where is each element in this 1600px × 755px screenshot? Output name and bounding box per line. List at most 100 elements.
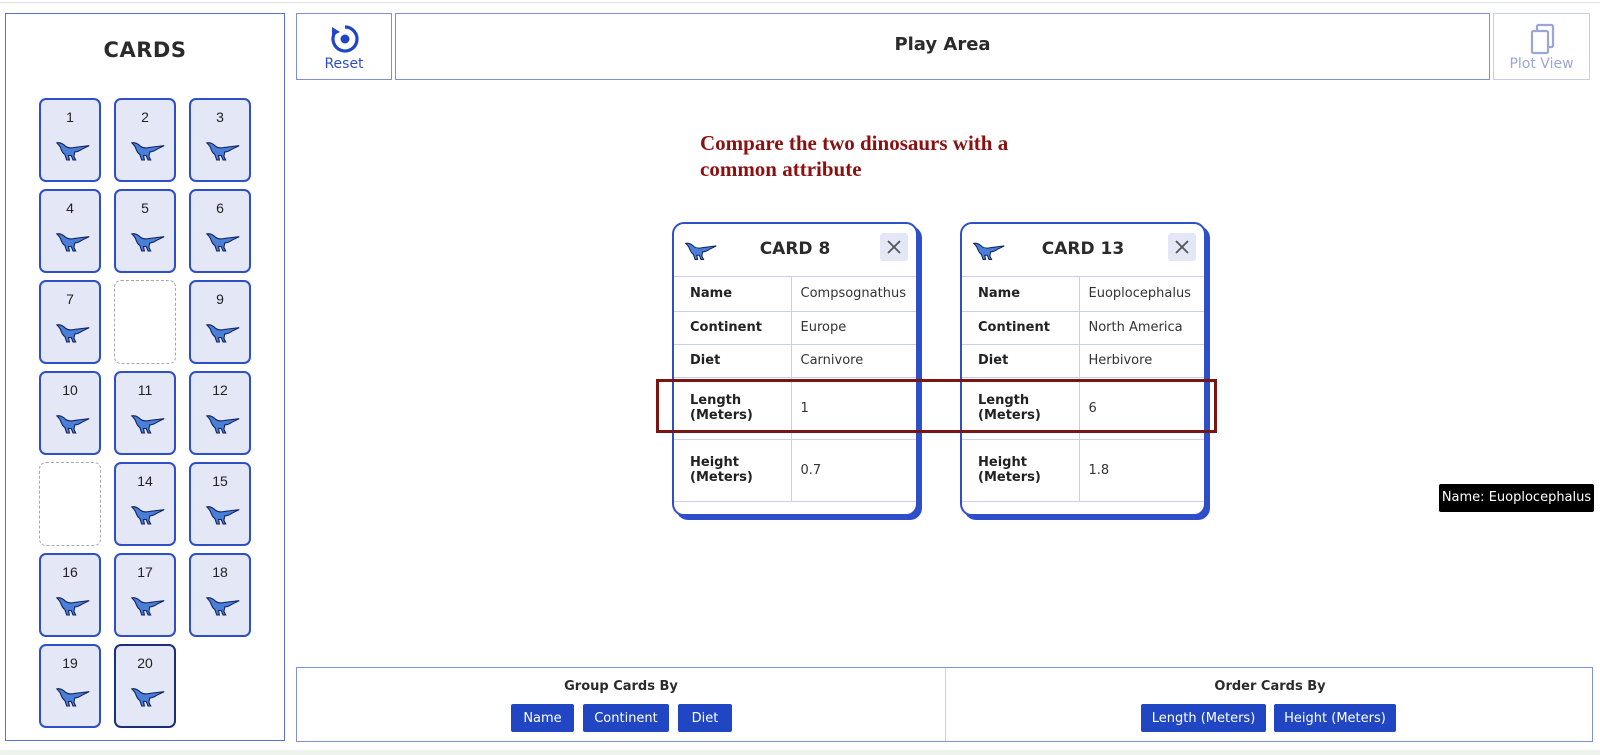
dinosaur-icon [55,415,90,434]
card-number: 19 [62,655,78,671]
card-thumb-selected[interactable]: 20 [114,644,176,728]
group-by-continent-button[interactable]: Continent [583,704,669,732]
card-number: 17 [137,564,153,580]
card-number: 7 [66,291,74,307]
table-row: Height (Meters) 0.7 [674,439,916,502]
table-row: Continent North America [962,311,1204,345]
table-row: Name Euoplocephalus [962,277,1204,312]
card-thumb[interactable]: 16 [39,553,101,637]
attribute-key: Continent [674,311,792,345]
order-by-height-button[interactable]: Height (Meters) [1274,704,1396,732]
card-thumb[interactable]: 12 [189,371,251,455]
play-area-header: Play Area [395,13,1490,80]
cards-sidebar: CARDS 1 2 3 4 5 6 7 9 10 11 12 14 15 16 … [5,13,285,741]
card-number: 3 [216,109,224,125]
card-number: 2 [141,109,149,125]
attribute-value: Compsognathus [791,277,916,312]
card-thumb[interactable]: 17 [114,553,176,637]
card-number: 16 [62,564,78,580]
card-number: 12 [212,382,228,398]
close-card-button[interactable] [880,233,908,261]
dinosaur-icon [205,142,240,161]
card-thumb[interactable]: 9 [189,280,251,364]
dinosaur-icon [205,506,240,525]
card-header: CARD 8 [674,224,916,277]
card-grid: 1 2 3 4 5 6 7 9 10 11 12 14 15 16 17 18 … [39,98,251,728]
card-thumb[interactable]: 1 [39,98,101,182]
attribute-value: 1.8 [1079,439,1204,502]
dinosaur-icon [55,597,90,616]
card-number: 14 [137,473,153,489]
card-thumb[interactable]: 15 [189,462,251,546]
dinosaur-icon [130,415,165,434]
card-number: 1 [66,109,74,125]
attribute-key: Name [962,277,1080,312]
attribute-key: Continent [962,311,1080,345]
card-number: 15 [212,473,228,489]
dinosaur-icon [130,142,165,161]
dinosaur-card: CARD 8 Name Compsognathus Continent Europe… [672,222,918,516]
table-row: Diet Carnivore [674,344,916,378]
dinosaur-icon [55,142,90,161]
table-row: Height (Meters) 1.8 [962,439,1204,502]
card-number: 18 [212,564,228,580]
reset-label: Reset [324,56,364,72]
bottom-strip [0,750,1600,755]
card-thumb[interactable]: 19 [39,644,101,728]
card-thumb[interactable]: 10 [39,371,101,455]
attribute-key: Diet [962,344,1080,378]
dinosaur-icon [205,597,240,616]
table-row: Continent Europe [674,311,916,345]
empty-card-slot [114,280,176,364]
dinosaur-icon [55,688,90,707]
sidebar-title: CARDS [103,38,187,62]
plot-view-button[interactable]: Plot View [1493,13,1590,80]
controls-bar: Group Cards By Name Continent Diet Order… [296,667,1593,742]
group-by-title: Group Cards By [564,679,678,694]
card-thumb[interactable]: 11 [114,371,176,455]
dinosaur-icon [130,233,165,252]
card-thumb[interactable]: 4 [39,189,101,273]
dinosaur-icon [205,324,240,343]
card-thumb[interactable]: 7 [39,280,101,364]
card-number: 10 [62,382,78,398]
dinosaur-icon [130,506,165,525]
dinosaur-card: CARD 13 Name Euoplocephalus Continent Nort… [960,222,1206,516]
card-number: 20 [137,655,153,671]
attribute-value: 0.7 [791,439,916,502]
order-by-length-button[interactable]: Length (Meters) [1141,704,1266,732]
dinosaur-icon [130,597,165,616]
group-by-name-button[interactable]: Name [511,704,574,732]
card-header: CARD 13 [962,224,1204,277]
attribute-value: Europe [791,311,916,345]
close-card-button[interactable] [1168,233,1196,261]
attribute-key: Name [674,277,792,312]
card-number: 5 [141,200,149,216]
tooltip: Name: Euoplocephalus [1439,484,1594,512]
card-thumb[interactable]: 14 [114,462,176,546]
dinosaur-icon [55,324,90,343]
reset-button[interactable]: Reset [296,13,392,80]
card-thumb[interactable]: 18 [189,553,251,637]
attribute-key: Diet [674,344,792,378]
attribute-value: Euoplocephalus [1079,277,1204,312]
order-by-title: Order Cards By [1214,679,1326,694]
dinosaur-icon [205,233,240,252]
dinosaur-icon [55,233,90,252]
plot-view-label: Plot View [1509,56,1574,72]
plot-view-icon [1530,23,1555,55]
group-by-diet-button[interactable]: Diet [678,704,732,732]
dinosaur-icon [130,688,165,707]
table-row: Name Compsognathus [674,277,916,312]
empty-card-slot [39,462,101,546]
attribute-key: Height (Meters) [962,439,1080,502]
card-thumb[interactable]: 6 [189,189,251,273]
card-number: 4 [66,200,74,216]
card-thumb[interactable]: 2 [114,98,176,182]
comparison-highlight [656,379,1217,433]
close-icon [887,240,901,254]
attribute-value: Carnivore [791,344,916,378]
play-area-title: Play Area [894,34,991,55]
card-thumb[interactable]: 5 [114,189,176,273]
card-thumb[interactable]: 3 [189,98,251,182]
